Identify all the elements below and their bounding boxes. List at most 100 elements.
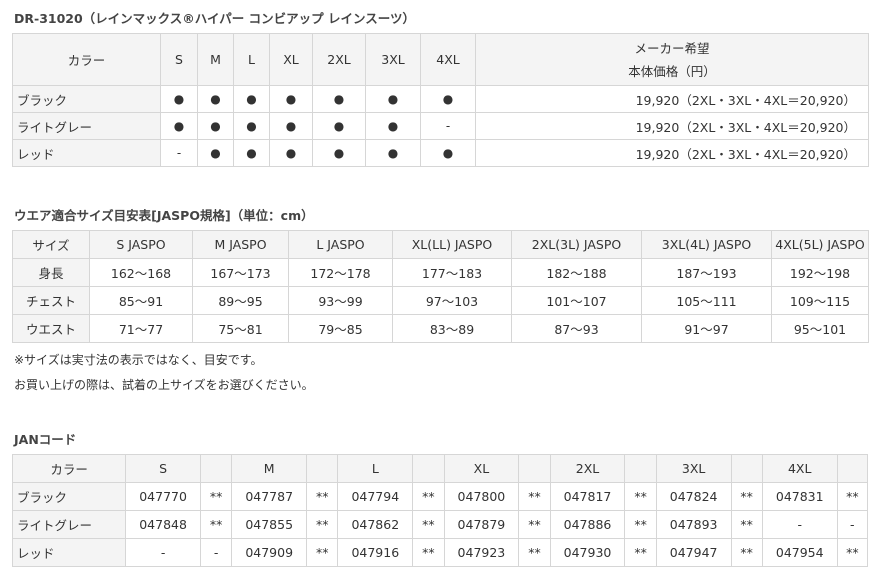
size-note: ※サイズは実寸法の表示ではなく、目安です。 [14,353,263,367]
jan-check-digit: ** [836,482,869,511]
jan-check-digit: ** [518,538,551,567]
price-header: メーカー希望 本体価格（円） [475,33,869,86]
table-row: 身長 162～168 167～173 172～178 177～183 182～1… [12,258,869,287]
jan-check-digit: ** [730,538,763,567]
jan-check-digit: ** [836,538,869,567]
measure-value: 187～193 [641,258,772,287]
price-value: 19,920（2XL・3XL・4XL＝20,920） [475,85,869,113]
size-header: S [125,454,201,483]
measure-value: 105～111 [641,286,772,315]
color-label: ブラック [12,85,161,113]
measure-value: 101～107 [511,286,642,315]
availability-mark: ● [269,85,313,113]
jan-code: 047855 [231,510,308,539]
size-header: XL [269,33,313,86]
measure-value: 167～173 [192,258,289,287]
jan-check-digit: ** [306,482,339,511]
size-header-spacer [306,454,339,483]
jan-code: 047947 [655,538,732,567]
color-label: レッド [12,139,161,167]
availability-mark: ● [365,85,421,113]
measure-value: 79～85 [288,314,393,343]
size-header-spacer [836,454,869,483]
jan-check-digit: ** [199,482,233,511]
size-header: 4XL [761,454,838,483]
measure-value: 85～91 [89,286,193,315]
measure-label: チェスト [12,286,90,315]
availability-mark: ● [233,139,270,167]
jan-code: - [761,510,838,539]
availability-mark: ● [160,85,198,113]
color-label: ブラック [11,482,127,511]
jan-code: 047886 [549,510,626,539]
size-header: 3XL [655,454,732,483]
jan-code: 047824 [655,482,732,511]
color-label: ライトグレー [12,112,161,140]
availability-mark: ● [269,112,313,140]
availability-mark: ● [233,112,270,140]
size-column-header: XL(LL) JASPO [392,230,512,259]
size-header: M [197,33,234,86]
availability-mark: ● [312,139,366,167]
jan-code: 047923 [443,538,520,567]
size-header: M [231,454,308,483]
size-header-spacer [624,454,657,483]
price-value: 19,920（2XL・3XL・4XL＝20,920） [475,139,869,167]
measure-value: 162～168 [89,258,193,287]
jan-check-digit: - [199,538,233,567]
measure-value: 75～81 [192,314,289,343]
availability-mark: ● [365,112,421,140]
jan-check-digit: ** [518,482,551,511]
measure-value: 95～101 [771,314,869,343]
size-header: L [337,454,414,483]
jan-check-digit: ** [306,510,339,539]
table-row: ブラック ● ● ● ● ● ● ● 19,920（2XL・3XL・4XL＝20… [12,85,869,113]
color-header: カラー [12,33,161,86]
measure-value: 89～95 [192,286,289,315]
measure-value: 109～115 [771,286,869,315]
size-guide-table: サイズ S JASPO M JASPO L JASPO XL(LL) JASPO… [12,230,869,343]
jan-code: 047770 [125,482,201,511]
jan-check-digit: ** [624,510,657,539]
price-value: 19,920（2XL・3XL・4XL＝20,920） [475,112,869,140]
price-table-header-row: カラー S M L XL 2XL 3XL 4XL メーカー希望 本体価格（円） [12,33,869,86]
size-header: 2XL [312,33,366,86]
jan-check-digit: ** [518,510,551,539]
table-row: レッド - ● ● ● ● ● ● 19,920（2XL・3XL・4XL＝20,… [12,139,869,167]
size-column-header: M JASPO [192,230,289,259]
jan-table: カラー S M L XL 2XL 3XL 4XL ブラック 047770 ** 0… [11,454,869,567]
product-title: DR-31020（レインマックス®ハイパー コンビアップ レインスーツ） [14,11,416,26]
measure-value: 83～89 [392,314,512,343]
size-column-header: S JASPO [89,230,193,259]
size-column-header: 2XL(3L) JASPO [511,230,642,259]
size-header-spacer [412,454,445,483]
jan-check-digit: ** [730,482,763,511]
size-column-header: L JASPO [288,230,393,259]
measure-value: 192～198 [771,258,869,287]
availability-mark: ● [197,112,234,140]
jan-check-digit: ** [624,538,657,567]
availability-mark: ● [197,139,234,167]
jan-code: - [125,538,201,567]
size-header: L [233,33,270,86]
measure-value: 97～103 [392,286,512,315]
size-guide-title: ウエア適合サイズ目安表[JASPO規格]（単位：cm） [14,208,314,223]
price-header-line1: メーカー希望 [634,40,710,56]
jan-check-digit: ** [412,510,445,539]
table-row: ウエスト 71～77 75～81 79～85 83～89 87～93 91～97… [12,314,869,343]
size-header-label: サイズ [12,230,90,259]
jan-header-row: カラー S M L XL 2XL 3XL 4XL [11,454,869,483]
availability-mark: ● [233,85,270,113]
table-row: ブラック 047770 ** 047787 ** 047794 ** 047800 **… [11,482,869,511]
jan-code: 047916 [337,538,414,567]
jan-code: 047893 [655,510,732,539]
jan-check-digit: ** [306,538,339,567]
availability-mark: ● [420,139,476,167]
availability-mark: ● [197,85,234,113]
size-header-spacer [730,454,763,483]
measure-value: 182～188 [511,258,642,287]
size-header-spacer [518,454,551,483]
jan-check-digit: ** [412,538,445,567]
availability-mark: - [420,112,476,140]
measure-value: 91～97 [641,314,772,343]
